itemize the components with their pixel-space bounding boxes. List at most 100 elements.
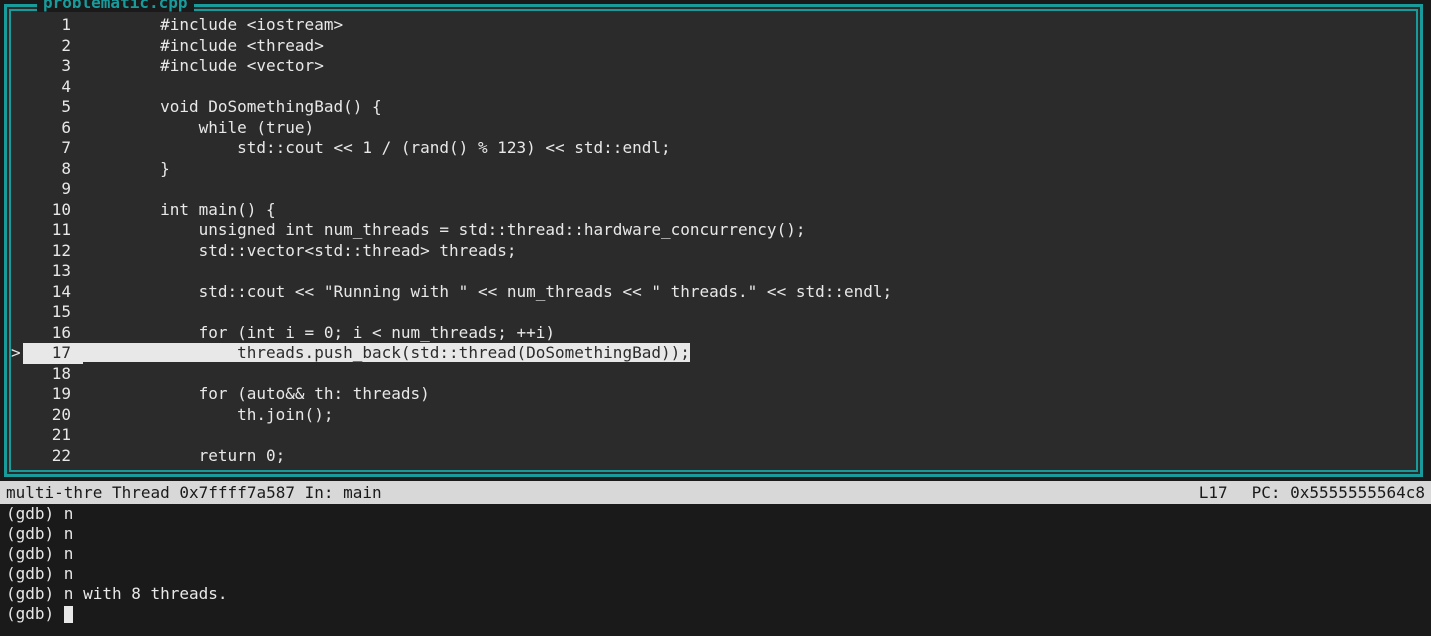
- line-number: 11: [23, 220, 83, 241]
- line-content: threads.push_back(std::thread(DoSomethin…: [83, 343, 1416, 364]
- console-line: (gdb) n: [6, 544, 1425, 564]
- code-line: 11 unsigned int num_threads = std::threa…: [11, 220, 1416, 241]
- line-content: void DoSomethingBad() {: [83, 97, 1416, 118]
- line-number: 21: [23, 425, 83, 446]
- line-marker: [11, 77, 23, 98]
- code-line: 9: [11, 179, 1416, 200]
- code-line: 12 std::vector<std::thread> threads;: [11, 241, 1416, 262]
- line-marker: [11, 425, 23, 446]
- line-number: 7: [23, 138, 83, 159]
- line-content: return 0;: [83, 446, 1416, 467]
- source-code-panel: problematic.cpp 1 #include <iostream> 2 …: [4, 4, 1423, 477]
- line-marker: [11, 138, 23, 159]
- line-number: 5: [23, 97, 83, 118]
- line-marker: [11, 97, 23, 118]
- line-content: std::cout << 1 / (rand() % 123) << std::…: [83, 138, 1416, 159]
- code-line: 18: [11, 364, 1416, 385]
- code-area[interactable]: 1 #include <iostream> 2 #include <thread…: [11, 11, 1416, 470]
- line-content: [83, 179, 1416, 200]
- code-line: 5 void DoSomethingBad() {: [11, 97, 1416, 118]
- line-number: 1: [23, 15, 83, 36]
- line-content: th.join();: [83, 405, 1416, 426]
- line-number: 14: [23, 282, 83, 303]
- line-content: for (auto&& th: threads): [83, 384, 1416, 405]
- cursor-icon: [64, 606, 73, 623]
- console-line: (gdb) n with 8 threads.: [6, 584, 1425, 604]
- line-content: [83, 364, 1416, 385]
- line-content: int main() {: [83, 200, 1416, 221]
- line-marker: [11, 302, 23, 323]
- source-inner-frame: 1 #include <iostream> 2 #include <thread…: [9, 9, 1418, 472]
- line-content: #include <thread>: [83, 36, 1416, 57]
- line-number: 19: [23, 384, 83, 405]
- line-marker: [11, 405, 23, 426]
- line-content: [83, 302, 1416, 323]
- line-number: 16: [23, 323, 83, 344]
- line-content: [83, 425, 1416, 446]
- line-marker: [11, 179, 23, 200]
- code-line: 8 }: [11, 159, 1416, 180]
- line-marker: [11, 384, 23, 405]
- line-number: 3: [23, 56, 83, 77]
- code-line: >17 threads.push_back(std::thread(DoSome…: [11, 343, 1416, 364]
- line-marker: [11, 241, 23, 262]
- status-thread-info: multi-thre Thread 0x7ffff7a587 In: main: [6, 483, 1199, 502]
- line-content: #include <iostream>: [83, 15, 1416, 36]
- line-content: [83, 77, 1416, 98]
- line-marker: [11, 220, 23, 241]
- line-marker: [11, 159, 23, 180]
- line-marker: [11, 200, 23, 221]
- line-number: 13: [23, 261, 83, 282]
- line-content: std::cout << "Running with " << num_thre…: [83, 282, 1416, 303]
- line-number: 4: [23, 77, 83, 98]
- line-number: 10: [23, 200, 83, 221]
- line-marker: [11, 282, 23, 303]
- code-line: 14 std::cout << "Running with " << num_t…: [11, 282, 1416, 303]
- line-number: 12: [23, 241, 83, 262]
- line-marker: [11, 36, 23, 57]
- line-number: 8: [23, 159, 83, 180]
- line-marker: >: [11, 343, 23, 364]
- line-content: while (true): [83, 118, 1416, 139]
- line-marker: [11, 446, 23, 467]
- line-number: 18: [23, 364, 83, 385]
- status-right-group: L17 PC: 0x5555555564c8: [1199, 483, 1425, 502]
- code-line: 2 #include <thread>: [11, 36, 1416, 57]
- line-number: 22: [23, 446, 83, 467]
- code-line: 20 th.join();: [11, 405, 1416, 426]
- line-number: 17: [23, 343, 83, 364]
- line-content: [83, 261, 1416, 282]
- line-number: 20: [23, 405, 83, 426]
- line-marker: [11, 15, 23, 36]
- console-line: (gdb) n: [6, 524, 1425, 544]
- code-line: 21: [11, 425, 1416, 446]
- line-number: 9: [23, 179, 83, 200]
- line-content: std::vector<std::thread> threads;: [83, 241, 1416, 262]
- status-bar: multi-thre Thread 0x7ffff7a587 In: main …: [0, 481, 1431, 504]
- code-line: 19 for (auto&& th: threads): [11, 384, 1416, 405]
- code-line: 1 #include <iostream>: [11, 15, 1416, 36]
- console-line: (gdb) n: [6, 504, 1425, 524]
- status-program-counter: PC: 0x5555555564c8: [1252, 483, 1425, 502]
- line-marker: [11, 118, 23, 139]
- line-number: 2: [23, 36, 83, 57]
- line-marker: [11, 56, 23, 77]
- code-line: 6 while (true): [11, 118, 1416, 139]
- console-line: (gdb) n: [6, 564, 1425, 584]
- code-line: 3 #include <vector>: [11, 56, 1416, 77]
- line-marker: [11, 323, 23, 344]
- code-line: 15: [11, 302, 1416, 323]
- line-content: #include <vector>: [83, 56, 1416, 77]
- code-line: 4: [11, 77, 1416, 98]
- gdb-console[interactable]: (gdb) n(gdb) n(gdb) n(gdb) n(gdb) n with…: [0, 504, 1431, 636]
- code-line: 22 return 0;: [11, 446, 1416, 467]
- code-line: 10 int main() {: [11, 200, 1416, 221]
- line-content: unsigned int num_threads = std::thread::…: [83, 220, 1416, 241]
- console-line: (gdb): [6, 604, 1425, 624]
- line-content: }: [83, 159, 1416, 180]
- line-content: for (int i = 0; i < num_threads; ++i): [83, 323, 1416, 344]
- code-line: 16 for (int i = 0; i < num_threads; ++i): [11, 323, 1416, 344]
- status-line-number: L17: [1199, 483, 1228, 502]
- source-file-title: problematic.cpp: [37, 0, 194, 12]
- code-line: 7 std::cout << 1 / (rand() % 123) << std…: [11, 138, 1416, 159]
